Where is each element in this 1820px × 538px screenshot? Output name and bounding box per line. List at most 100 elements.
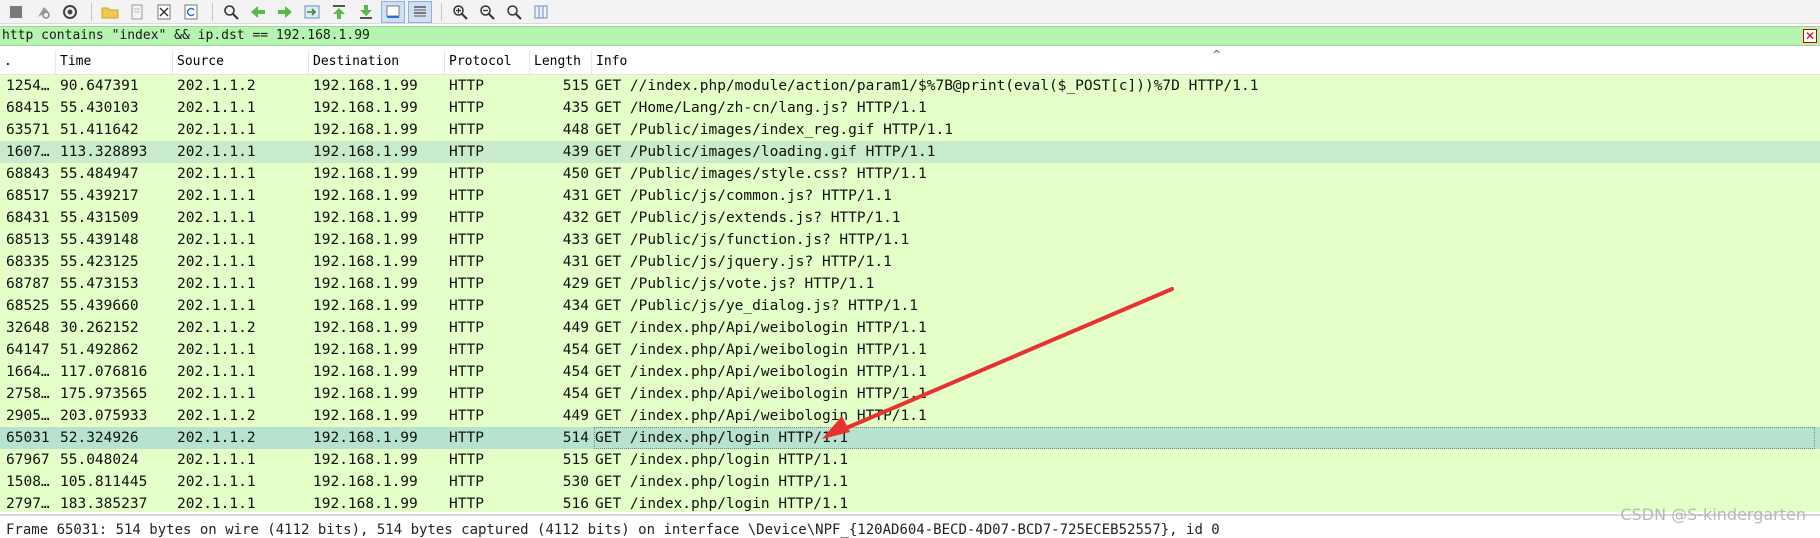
packet-time: 175.973565 (60, 386, 148, 402)
packet-protocol: HTTP (449, 386, 484, 402)
packet-row[interactable]: 1254… 90.647391 202.1.1.2 192.168.1.99 HTTP 5… (0, 75, 1820, 97)
zoom-out-button[interactable] (475, 1, 499, 23)
packet-source: 202.1.1.1 (177, 144, 256, 160)
packet-info: GET /Public/js/function.js? HTTP/1.1 (595, 232, 910, 248)
zoom-in-button[interactable] (448, 1, 472, 23)
packet-time: 203.075933 (60, 408, 148, 424)
restart-capture-button[interactable] (31, 1, 55, 23)
stop-capture-button[interactable] (4, 1, 28, 23)
packet-length: 515 (562, 452, 589, 468)
packet-length: 516 (562, 496, 589, 512)
packet-time: 55.423125 (60, 254, 139, 270)
packet-row[interactable]: 68513 55.439148 202.1.1.1 192.168.1.99 HTTP 4… (0, 229, 1820, 251)
packet-row[interactable]: 2758… 175.973565 202.1.1.1 192.168.1.99 HTTP… (0, 383, 1820, 405)
packet-row[interactable]: 64147 51.492862 202.1.1.1 192.168.1.99 HTTP 4… (0, 339, 1820, 361)
watermark: CSDN @S-kindergarten (1620, 505, 1806, 524)
column-header-source[interactable]: Source (173, 50, 309, 74)
column-header-no[interactable]: . (0, 50, 56, 74)
packet-no: 68431 (6, 210, 50, 226)
packet-info: GET /index.php/Api/weibologin HTTP/1.1 (595, 364, 927, 380)
packet-no: 68843 (6, 166, 50, 182)
go-back-button[interactable] (246, 1, 270, 23)
packet-destination: 192.168.1.99 (313, 430, 418, 446)
packet-info: GET /index.php/login HTTP/1.1 (595, 474, 849, 490)
close-file-icon (157, 4, 171, 19)
close-file-button[interactable] (152, 1, 176, 23)
packet-row[interactable]: 68525 55.439660 202.1.1.1 192.168.1.99 HTTP 4… (0, 295, 1820, 317)
packet-source: 202.1.1.1 (177, 276, 256, 292)
packet-length: 454 (562, 342, 589, 358)
packet-source: 202.1.1.1 (177, 166, 256, 182)
packet-info: GET /index.php/login HTTP/1.1 (594, 427, 1815, 449)
open-file-button[interactable] (98, 1, 122, 23)
packet-row[interactable]: 2797… 183.385237 202.1.1.1 192.168.1.99 HTTP… (0, 493, 1820, 512)
packet-list[interactable]: 1254… 90.647391 202.1.1.2 192.168.1.99 HTTP 5… (0, 75, 1820, 512)
packet-protocol: HTTP (449, 408, 484, 424)
packet-no: 64147 (6, 342, 50, 358)
packet-destination: 192.168.1.99 (313, 276, 418, 292)
column-header-protocol[interactable]: Protocol (445, 50, 530, 74)
packet-source: 202.1.1.1 (177, 298, 256, 314)
packet-protocol: HTTP (449, 474, 484, 490)
normal-size-button[interactable] (502, 1, 526, 23)
go-to-last-button[interactable] (354, 1, 378, 23)
packet-destination: 192.168.1.99 (313, 386, 418, 402)
packet-info: GET /Public/js/common.js? HTTP/1.1 (595, 188, 892, 204)
auto-scroll-button[interactable] (381, 0, 405, 23)
packet-info: GET /Home/Lang/zh-cn/lang.js? HTTP/1.1 (595, 100, 927, 116)
go-to-first-button[interactable] (327, 1, 351, 23)
packet-row[interactable]: 68787 55.473153 202.1.1.1 192.168.1.99 HTTP 4… (0, 273, 1820, 295)
packet-protocol: HTTP (449, 188, 484, 204)
find-packet-button[interactable] (219, 1, 243, 23)
packet-row[interactable]: 63571 51.411642 202.1.1.1 192.168.1.99 HTTP 4… (0, 119, 1820, 141)
packet-no: 68513 (6, 232, 50, 248)
packet-row[interactable]: 32648 30.262152 202.1.1.2 192.168.1.99 HTTP 4… (0, 317, 1820, 339)
packet-row[interactable]: 1607… 113.328893 202.1.1.1 192.168.1.99 HTTP… (0, 141, 1820, 163)
packet-row[interactable]: 68415 55.430103 202.1.1.1 192.168.1.99 HTTP 4… (0, 97, 1820, 119)
packet-row[interactable]: 1664… 117.076816 202.1.1.1 192.168.1.99 HTTP… (0, 361, 1820, 383)
reload-file-icon (184, 4, 198, 19)
column-header-length[interactable]: Length (530, 50, 592, 74)
go-forward-button[interactable] (273, 1, 297, 23)
packet-row[interactable]: 2905… 203.075933 202.1.1.2 192.168.1.99 HTTP… (0, 405, 1820, 427)
save-file-button[interactable] (125, 1, 149, 23)
packet-protocol: HTTP (449, 342, 484, 358)
sort-indicator-icon: ^ (1212, 48, 1222, 61)
packet-protocol: HTTP (449, 320, 484, 336)
go-to-packet-button[interactable] (300, 1, 324, 23)
packet-time: 117.076816 (60, 364, 148, 380)
packet-source: 202.1.1.1 (177, 100, 256, 116)
packet-row[interactable]: 1508… 105.811445 202.1.1.1 192.168.1.99 HTTP… (0, 471, 1820, 493)
packet-row[interactable]: 68517 55.439217 202.1.1.1 192.168.1.99 HTTP 4… (0, 185, 1820, 207)
capture-options-button[interactable] (58, 1, 82, 23)
packet-destination: 192.168.1.99 (313, 78, 418, 94)
go-to-packet-icon (304, 5, 320, 18)
packet-destination: 192.168.1.99 (313, 144, 418, 160)
column-header-info[interactable]: Info (592, 50, 1820, 74)
packet-row[interactable]: 68843 55.484947 202.1.1.1 192.168.1.99 HTTP 4… (0, 163, 1820, 185)
save-file-icon (131, 4, 143, 19)
packet-row[interactable]: 68431 55.431509 202.1.1.1 192.168.1.99 HTTP 4… (0, 207, 1820, 229)
packet-no: 68335 (6, 254, 50, 270)
packet-no: 67967 (6, 452, 50, 468)
column-header-time[interactable]: Time (56, 50, 173, 74)
column-header-destination[interactable]: Destination (309, 50, 445, 74)
display-filter-bar: http contains "index" && ip.dst == 192.1… (0, 26, 1820, 46)
packet-destination: 192.168.1.99 (313, 298, 418, 314)
packet-protocol: HTTP (449, 166, 484, 182)
packet-length: 432 (562, 210, 589, 226)
packet-time: 105.811445 (60, 474, 148, 490)
packet-protocol: HTTP (449, 276, 484, 292)
packet-row[interactable]: 67967 55.048024 202.1.1.1 192.168.1.99 HTTP 5… (0, 449, 1820, 471)
display-filter-input[interactable]: http contains "index" && ip.dst == 192.1… (2, 28, 370, 43)
packet-row[interactable]: 65031 52.324926 202.1.1.2 192.168.1.99 HTTP 5… (0, 427, 1820, 449)
clear-filter-button[interactable]: ✕ (1803, 29, 1817, 43)
colorize-button[interactable] (408, 0, 432, 23)
reload-file-button[interactable] (179, 1, 203, 23)
packet-time: 90.647391 (60, 78, 139, 94)
packet-length: 454 (562, 364, 589, 380)
packet-time: 52.324926 (60, 430, 139, 446)
packet-source: 202.1.1.1 (177, 342, 256, 358)
resize-columns-button[interactable] (529, 1, 553, 23)
packet-row[interactable]: 68335 55.423125 202.1.1.1 192.168.1.99 HTTP 4… (0, 251, 1820, 273)
